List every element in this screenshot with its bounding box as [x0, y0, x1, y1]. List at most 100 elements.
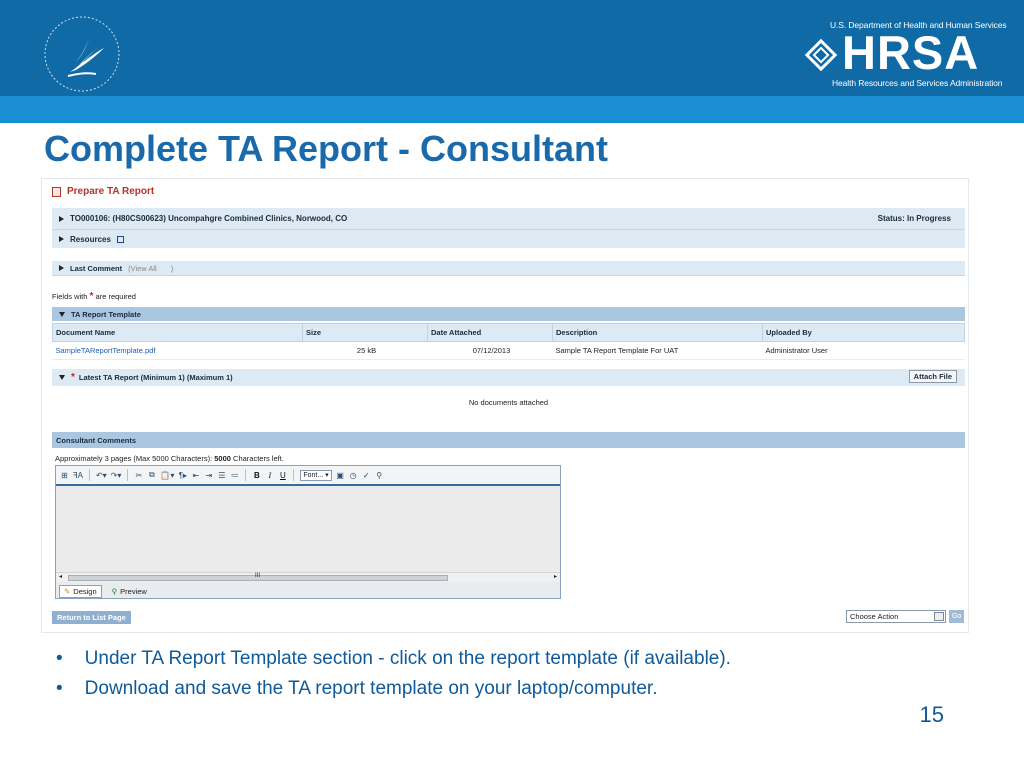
- bullet-text: Under TA Report Template section - click…: [84, 648, 731, 669]
- expand-arrow-icon[interactable]: [59, 265, 64, 271]
- task-line: TO000106: (H80CS00623) Uncompahgre Combi…: [70, 214, 348, 223]
- cell-uploaded-by: Administrator User: [762, 341, 965, 360]
- external-link-icon[interactable]: [116, 235, 124, 243]
- header-banner: U.S. Department of Health and Human Serv…: [0, 0, 1024, 96]
- toolbar-divider: [245, 469, 247, 481]
- task-bar[interactable]: TO000106: (H80CS00623) Uncompahgre Combi…: [52, 208, 965, 230]
- outdent-icon[interactable]: ⇤: [191, 471, 200, 480]
- scrollbar-thumb[interactable]: III: [68, 573, 448, 581]
- font-select[interactable]: Font... ▾: [300, 469, 332, 481]
- comments-section-title: Consultant Comments: [56, 435, 137, 445]
- resources-label[interactable]: Resources: [70, 235, 111, 244]
- toolbar-divider: [127, 469, 129, 481]
- char-limit-prefix: Approximately 3 pages (Max 5000 Characte…: [55, 454, 215, 463]
- latest-report-section-header[interactable]: * Latest TA Report (Minimum 1) (Maximum …: [52, 369, 965, 386]
- paste-icon[interactable]: 📋▾: [160, 471, 174, 480]
- magnifier-icon: ⚲: [111, 586, 118, 596]
- indent-icon[interactable]: ⇥: [204, 471, 213, 480]
- editor-modes: ✎ Design ⚲ Preview: [56, 583, 560, 599]
- resources-bar[interactable]: Resources: [52, 230, 965, 248]
- view-all-link[interactable]: (View All: [128, 264, 157, 273]
- bold-icon[interactable]: B: [252, 471, 261, 480]
- char-limit-note: Approximately 3 pages (Max 5000 Characte…: [55, 454, 284, 463]
- go-button[interactable]: Go: [949, 610, 964, 623]
- collapse-arrow-icon[interactable]: [59, 311, 65, 317]
- choose-action-select[interactable]: Choose Action: [846, 610, 946, 623]
- bullet-item: • Download and save the TA report templa…: [56, 678, 956, 700]
- return-to-list-button[interactable]: Return to List Page: [52, 611, 131, 624]
- design-mode-button[interactable]: ✎ Design: [59, 584, 102, 598]
- select-all-icon[interactable]: ⊞: [60, 471, 69, 480]
- collapse-arrow-icon[interactable]: [59, 375, 65, 380]
- page-number: 15: [919, 702, 944, 727]
- bullet-list-icon[interactable]: ☰: [217, 471, 226, 480]
- expand-arrow-icon[interactable]: [59, 236, 64, 242]
- preview-mode-button[interactable]: ⚲ Preview: [108, 585, 151, 598]
- slide-bullets: • Under TA Report Template section - cli…: [56, 648, 956, 708]
- page-heading: Prepare TA Report: [52, 186, 154, 197]
- required-star: *: [71, 372, 75, 383]
- scroll-left-icon[interactable]: ◂: [59, 573, 62, 580]
- agency-bottom-text: Health Resources and Services Administra…: [832, 78, 1003, 88]
- spellcheck-icon[interactable]: ✓: [362, 471, 371, 480]
- hhs-seal-icon: [44, 16, 120, 92]
- undo-icon[interactable]: ↶▾: [96, 471, 107, 480]
- redo-icon[interactable]: ↷▾: [111, 471, 122, 480]
- status-text: Status: In Progress: [877, 214, 951, 223]
- editor-toolbar: ⊞ ꟻA ↶▾ ↷▾ ✂ ⧉ 📋▾ ¶▸ ⇤ ⇥ ☰ ≔ B I U Font.…: [56, 466, 560, 486]
- time-icon[interactable]: ◷: [349, 471, 358, 480]
- bullet-dot: •: [56, 678, 63, 699]
- format-icon[interactable]: ▣: [336, 471, 345, 480]
- clean-icon[interactable]: ⚲: [375, 471, 384, 480]
- italic-icon[interactable]: I: [265, 471, 274, 480]
- scroll-right-icon[interactable]: ▸: [554, 573, 557, 580]
- latest-report-title: Latest TA Report (Minimum 1) (Maximum 1): [78, 373, 233, 382]
- comments-section-header: Consultant Comments: [52, 432, 965, 448]
- page-heading-text: Prepare TA Report: [67, 186, 155, 197]
- hrsa-knot-icon: [804, 38, 838, 72]
- col-size[interactable]: Size: [302, 323, 428, 342]
- find-replace-icon[interactable]: ꟻA: [73, 471, 83, 480]
- col-date-attached[interactable]: Date Attached: [427, 323, 553, 342]
- template-file-link[interactable]: SampleTAReportTemplate.pdf: [52, 341, 303, 360]
- rich-text-editor: ⊞ ꟻA ↶▾ ↷▾ ✂ ⧉ 📋▾ ¶▸ ⇤ ⇥ ☰ ≔ B I U Font.…: [55, 465, 561, 599]
- bullet-item: • Under TA Report Template section - cli…: [56, 648, 956, 670]
- col-description[interactable]: Description: [552, 323, 763, 342]
- col-uploaded-by[interactable]: Uploaded By: [762, 323, 965, 342]
- horizontal-scrollbar[interactable]: ◂ III ▸: [56, 572, 560, 582]
- last-comment-bar[interactable]: Last Comment (View All ): [52, 261, 965, 276]
- required-prefix: Fields with: [52, 292, 88, 301]
- editor-text-area[interactable]: [56, 488, 560, 572]
- cut-icon[interactable]: ✂: [134, 471, 143, 480]
- app-screenshot: Prepare TA Report TO000106: (H80CS00623)…: [41, 178, 969, 633]
- template-table: Document Name Size Date Attached Descrip…: [52, 323, 965, 360]
- view-all-close: ): [170, 263, 174, 273]
- paragraph-icon[interactable]: ¶▸: [178, 471, 187, 480]
- toolbar-divider: [293, 469, 295, 481]
- design-label: Design: [73, 586, 97, 596]
- char-limit-count: 5000: [214, 454, 231, 463]
- preview-label: Preview: [120, 586, 147, 596]
- copy-icon[interactable]: ⧉: [147, 470, 156, 480]
- required-suffix: are required: [95, 292, 136, 301]
- col-document-name[interactable]: Document Name: [52, 323, 303, 342]
- last-comment-label: Last Comment: [70, 263, 123, 273]
- template-section-header[interactable]: TA Report Template: [52, 307, 965, 321]
- attach-file-button[interactable]: Attach File: [908, 370, 957, 383]
- header-stripe: [0, 96, 1024, 123]
- bullet-text: Download and save the TA report template…: [84, 678, 658, 699]
- scroll-grip: III: [255, 573, 261, 579]
- required-note: Fields with * are required: [52, 291, 136, 302]
- hrsa-wordmark: HRSA: [842, 26, 980, 79]
- chevron-down-icon[interactable]: [934, 612, 944, 621]
- bullet-dot: •: [56, 648, 63, 669]
- choose-action-value: Choose Action: [850, 612, 899, 621]
- report-icon: [52, 186, 61, 197]
- expand-arrow-icon[interactable]: [59, 215, 64, 222]
- slide-title: Complete TA Report - Consultant: [44, 128, 608, 169]
- table-row: SampleTAReportTemplate.pdf 25 kB 07/12/2…: [52, 341, 965, 360]
- underline-icon[interactable]: U: [278, 471, 287, 480]
- cell-date: 07/12/2013: [427, 341, 553, 360]
- table-header-row: Document Name Size Date Attached Descrip…: [52, 323, 965, 342]
- numbered-list-icon[interactable]: ≔: [230, 471, 239, 480]
